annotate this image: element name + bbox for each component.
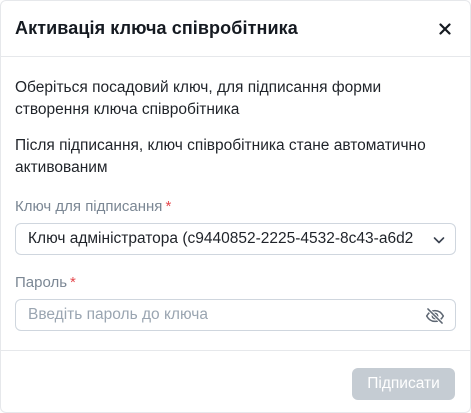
- instruction-text: Оберіться посадовий ключ, для підписання…: [15, 79, 382, 118]
- close-button[interactable]: [434, 18, 456, 40]
- password-field-label: Пароль *: [15, 273, 456, 293]
- required-mark: *: [70, 274, 76, 291]
- key-field-label: Ключ для підписання *: [15, 197, 456, 217]
- dialog-footer: Підписати: [1, 350, 470, 413]
- required-mark: *: [165, 198, 172, 215]
- dialog-title: Активація ключа співробітника: [15, 18, 298, 38]
- signing-key-value: Ключ адміністратора (c9440852-2225-4532-…: [28, 230, 414, 247]
- dialog-header: Активація ключа співробітника: [1, 1, 470, 57]
- chevron-down-icon: [433, 237, 445, 244]
- signing-key-select[interactable]: Ключ адміністратора (c9440852-2225-4532-…: [15, 223, 456, 255]
- password-field-label-text: Пароль: [15, 274, 68, 291]
- key-field-label-text: Ключ для підписання: [15, 198, 163, 215]
- activation-dialog: Активація ключа співробітника Оберіться …: [0, 0, 471, 413]
- dialog-body: Оберіться посадовий ключ, для підписання…: [1, 57, 470, 331]
- password-field: [15, 299, 456, 331]
- eye-off-icon[interactable]: [425, 306, 445, 326]
- password-input[interactable]: [16, 300, 455, 330]
- sign-button[interactable]: Підписати: [352, 368, 455, 400]
- info-text: Після підписання, ключ співробітника ста…: [15, 137, 426, 176]
- close-icon: [439, 23, 451, 35]
